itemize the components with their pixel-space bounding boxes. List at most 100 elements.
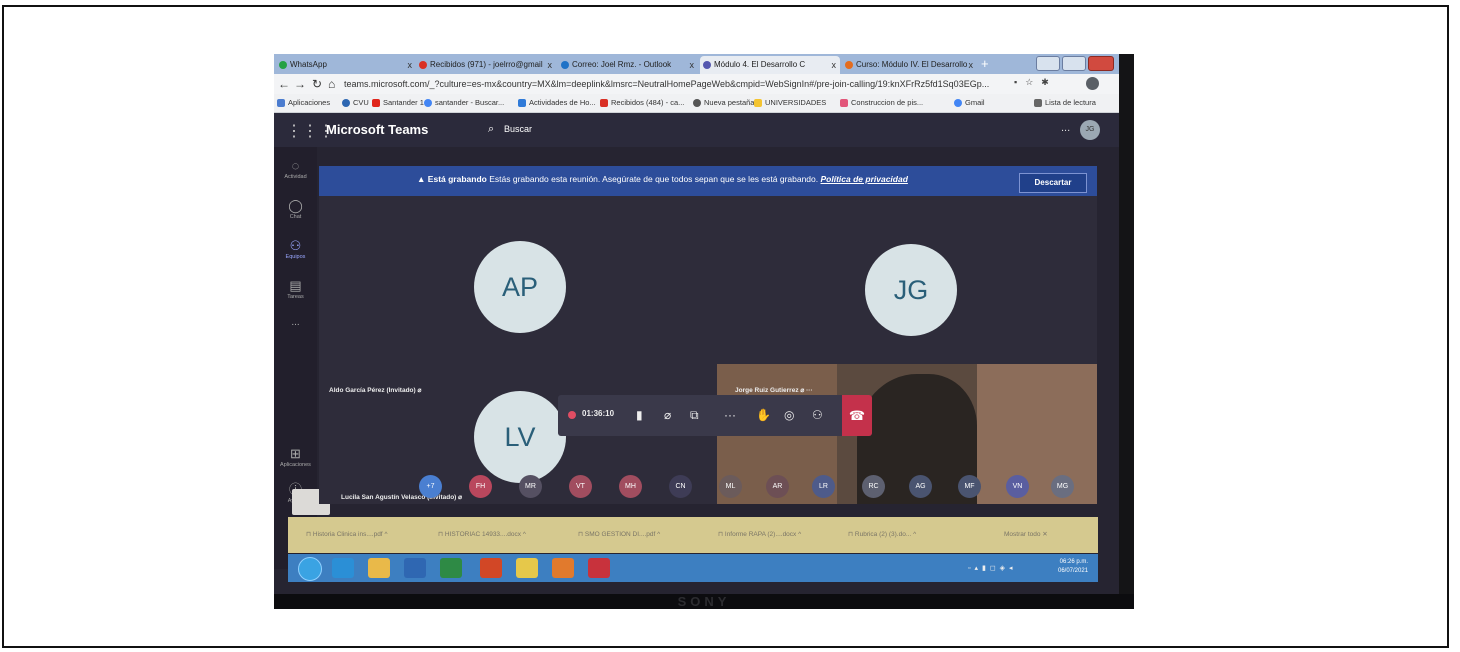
system-tray-icons[interactable]: ▫▴▮◻◈◂ [968, 564, 1017, 572]
chat-icon[interactable]: ◎ [784, 407, 794, 423]
tab-teams-module[interactable]: Módulo 4. El Desarrollo C x [700, 56, 840, 74]
participant-mini-avatar[interactable]: VT [569, 475, 592, 498]
download-item[interactable]: ⊓ Historia Clinica ins....pdf ^ [306, 530, 388, 538]
mic-off-icon[interactable]: ⌀ [664, 407, 671, 423]
more-actions-icon[interactable]: ··· [724, 407, 736, 423]
participant-mini-avatar[interactable]: VN [1006, 475, 1029, 498]
antivirus-icon[interactable] [588, 558, 610, 578]
bookmark-item[interactable]: Lista de lectura [1034, 97, 1096, 109]
participant-mini-avatar[interactable]: MH [619, 475, 642, 498]
tab-label: Recibidos (971) - joelrro@gmail [430, 60, 543, 69]
bookmark-item[interactable]: CVU [342, 97, 369, 109]
home-icon[interactable]: ⌂ [328, 76, 335, 92]
media-icon[interactable] [552, 558, 574, 578]
bookmark-item[interactable]: UNIVERSIDADES [754, 97, 826, 109]
user-avatar[interactable]: JG [1080, 120, 1100, 140]
participant-name-ap: Aldo García Pérez (Invitado) ⌀ [329, 387, 422, 394]
start-button[interactable] [298, 557, 322, 581]
forward-icon[interactable]: → [294, 76, 306, 92]
hang-up-button[interactable]: ☎ [842, 395, 872, 436]
bell-icon: ◌ [291, 158, 300, 173]
globe-icon [693, 99, 701, 107]
rail-item-teams[interactable]: ⚇ Equipos [274, 239, 317, 261]
dismiss-button[interactable]: Descartar [1019, 173, 1087, 193]
participants-icon[interactable]: ⚇ [812, 407, 823, 423]
bookmark-item[interactable]: Recibidos (484) - ca... [600, 97, 684, 109]
participant-mini-avatar[interactable]: MF [958, 475, 981, 498]
google-icon [424, 99, 432, 107]
window-controls [1036, 56, 1114, 71]
participant-mini-avatar[interactable]: RC [862, 475, 885, 498]
construction-icon [840, 99, 848, 107]
bookmark-item[interactable]: santander - Buscar... [424, 97, 504, 109]
download-item[interactable]: ⊓ Informe RAPA (2)....docx ^ [718, 530, 801, 538]
bookmark-item[interactable]: Aplicaciones [277, 97, 330, 109]
participant-mini-avatar[interactable]: +7 [419, 475, 442, 498]
tab-whatsapp[interactable]: WhatsApp x [276, 56, 416, 74]
rail-item-more[interactable]: ... [274, 318, 317, 328]
tab-course[interactable]: Curso: Módulo IV. El Desarrollo x [842, 56, 977, 74]
minimize-button[interactable] [1036, 56, 1060, 71]
bookmark-item[interactable]: Gmail [954, 97, 985, 109]
download-item[interactable]: ⊓ Rubrica (2) (3).do... ^ [848, 530, 916, 538]
close-icon[interactable]: x [969, 56, 974, 74]
extension-icons[interactable]: ▪☆✱ [1014, 77, 1057, 88]
close-icon[interactable]: x [690, 56, 695, 74]
recording-banner: ▲ Está grabando Estás grabando esta reun… [319, 166, 1097, 196]
participant-mini-avatar[interactable]: LR [812, 475, 835, 498]
video-background [977, 364, 1097, 504]
mic-off-icon: ⌀ [458, 494, 463, 501]
participant-mini-avatar[interactable]: AR [766, 475, 789, 498]
rail-item-activity[interactable]: ◌ Actividad [274, 159, 317, 181]
download-item[interactable]: ⊓ HISTORIAC 14933....docx ^ [438, 530, 526, 538]
tab-outlook[interactable]: Correo: Joel Rmz. - Outlook x [558, 56, 698, 74]
word-icon: ⊓ [718, 531, 724, 538]
participant-name-lv: Lucila San Agustín Velasco (Invitado) ⌀ [341, 494, 463, 501]
privacy-link[interactable]: Política de privacidad [821, 174, 908, 184]
powerpoint-icon[interactable] [480, 558, 502, 578]
rail-item-apps[interactable]: ⊞ Aplicaciones [274, 447, 317, 469]
participant-mini-avatar[interactable]: AG [909, 475, 932, 498]
bookmark-item[interactable]: Nueva pestaña [693, 97, 754, 109]
back-icon[interactable]: ← [278, 76, 290, 92]
recording-text: Estás grabando esta reunión. Asegúrate d… [489, 174, 819, 184]
bookmark-item[interactable]: Construccion de pis... [840, 97, 923, 109]
chrome-icon[interactable] [516, 558, 538, 578]
bookmark-item[interactable]: Santander 1 [372, 97, 424, 109]
more-options-button[interactable]: ... [1061, 122, 1070, 134]
show-all-button[interactable]: Mostrar todo ✕ [1004, 530, 1048, 538]
outlook-taskbar-icon[interactable] [404, 558, 426, 578]
camera-off-icon[interactable]: ▮ [636, 407, 643, 423]
share-screen-icon[interactable]: ⧉ [690, 407, 699, 423]
excel-icon[interactable] [440, 558, 462, 578]
close-icon[interactable]: x [832, 56, 837, 74]
close-icon[interactable]: x [408, 56, 413, 74]
rail-item-tasks[interactable]: ▤ Tareas [274, 279, 317, 301]
participant-mini-avatar[interactable]: FH [469, 475, 492, 498]
close-window-button[interactable] [1088, 56, 1114, 71]
maximize-button[interactable] [1062, 56, 1086, 71]
raise-hand-icon[interactable]: ✋ [756, 407, 771, 423]
whatsapp-icon [279, 61, 287, 69]
reload-icon[interactable]: ↻ [312, 76, 322, 92]
url-field[interactable]: teams.microsoft.com/_?culture=es-mx&coun… [344, 77, 994, 91]
participant-mini-avatar[interactable]: MR [519, 475, 542, 498]
tab-gmail[interactable]: Recibidos (971) - joelrro@gmail x [416, 56, 556, 74]
search-icon[interactable]: ⌕ [488, 123, 494, 136]
google-icon [954, 99, 962, 107]
download-item[interactable]: ⊓ SMO GESTION DI....pdf ^ [578, 530, 660, 538]
gmail-icon [600, 99, 608, 107]
rail-item-chat[interactable]: ◯ Chat [274, 199, 317, 221]
explorer-icon[interactable] [368, 558, 390, 578]
participant-mini-avatar[interactable]: CN [669, 475, 692, 498]
bookmark-item[interactable]: Actividades de Ho... [518, 97, 596, 109]
search-box[interactable]: Buscar [504, 124, 532, 134]
ie-icon[interactable] [332, 558, 354, 578]
profile-icon[interactable] [1086, 77, 1099, 90]
close-icon[interactable]: x [548, 56, 553, 74]
participant-mini-avatar[interactable]: MG [1051, 475, 1074, 498]
meeting-stage: AP Aldo García Pérez (Invitado) ⌀ JG Jor… [319, 196, 1097, 504]
new-tab-button[interactable]: + [981, 56, 989, 72]
participant-mini-avatar[interactable]: ML [719, 475, 742, 498]
monitor-photo: WhatsApp x Recibidos (971) - joelrro@gma… [274, 54, 1134, 609]
